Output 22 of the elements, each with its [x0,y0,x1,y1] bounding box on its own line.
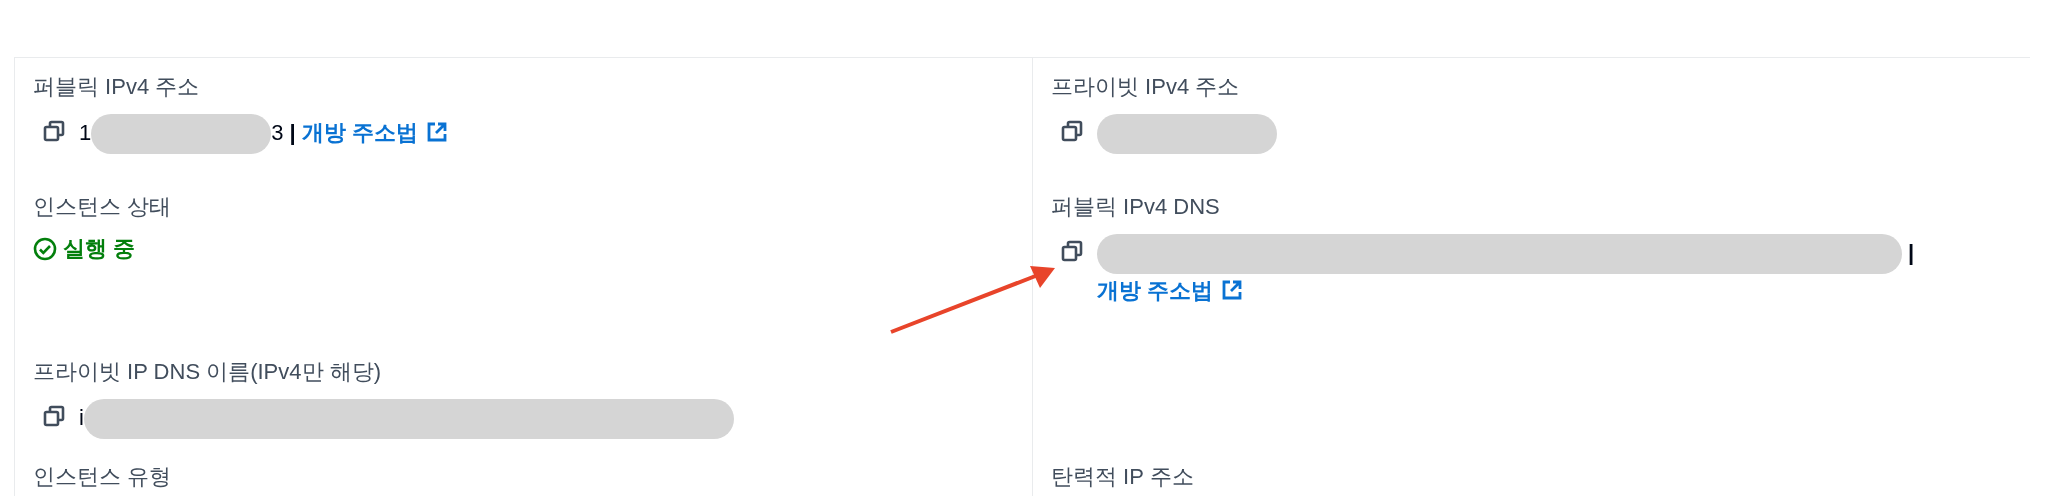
value-text: 3 [271,119,284,145]
open-address-link[interactable]: 개방 주소법 [301,119,448,145]
external-link-icon [1221,279,1244,301]
field-label: 퍼블릭 IPv4 주소 [33,73,201,101]
copy-icon[interactable] [43,120,65,142]
field-label: 인스턴스 상태 [33,193,173,221]
copy-icon[interactable] [1061,120,1083,142]
check-circle-icon [33,237,57,261]
field-label: 프라이빗 IP DNS 이름(IPv4만 해당) [33,358,382,386]
value-text: 1 [79,119,92,145]
separator-text: | [1908,239,1915,265]
status-text: 실행 중 [63,235,136,263]
field-label: 인스턴스 유형 [33,463,173,491]
copy-icon[interactable] [43,405,65,427]
field-label: 탄력적 IP 주소 [1051,463,1195,491]
value-text: i [79,404,84,430]
separator-text: | [289,119,296,145]
open-address-link[interactable]: 개방 주소법 [1097,278,1244,303]
external-link-icon [425,120,448,143]
copy-icon[interactable] [1061,240,1083,262]
field-label: 프라이빗 IPv4 주소 [1051,73,1241,101]
field-label: 퍼블릭 IPv4 DNS [1051,193,1221,221]
